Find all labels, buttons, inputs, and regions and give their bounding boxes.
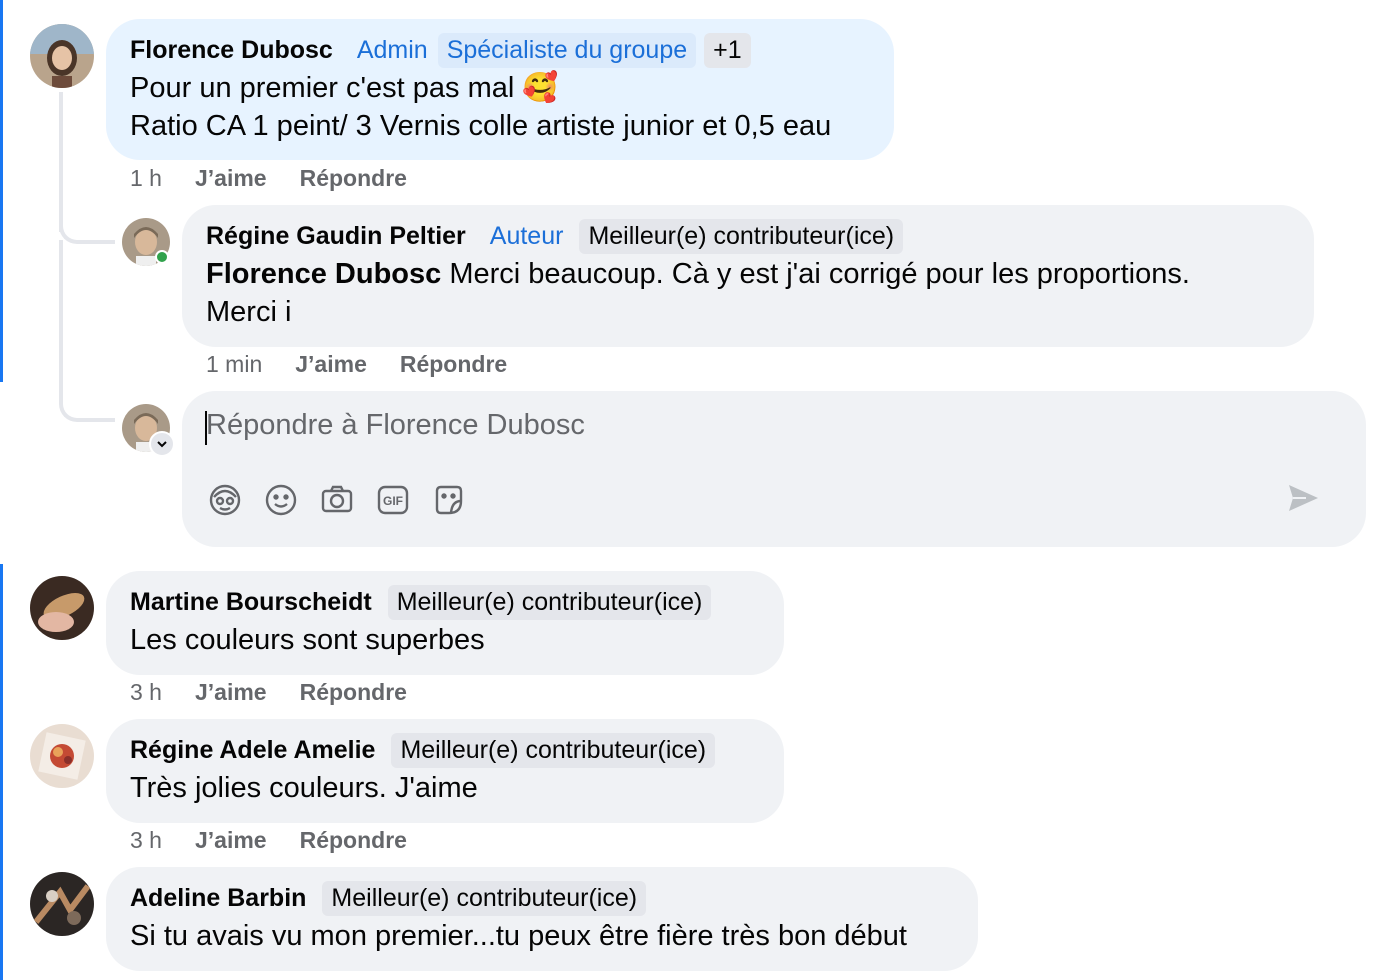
comment-text: Les couleurs sont superbes xyxy=(130,624,485,656)
badge-top-contributor[interactable]: Meilleur(e) contributeur(ice) xyxy=(322,880,647,916)
send-icon[interactable] xyxy=(1286,481,1320,515)
thread-connector xyxy=(59,200,115,244)
sticker-icon[interactable] xyxy=(432,483,466,517)
comment-bubble: Régine Adele Amelie Meilleur(e) contribu… xyxy=(106,719,784,823)
like-button[interactable]: J’aime xyxy=(195,165,267,192)
comment-text-line: Pour un premier c'est pas mal 🥰 xyxy=(130,72,559,104)
mention-link[interactable]: Florence Dubosc xyxy=(206,258,441,290)
chevron-down-icon[interactable] xyxy=(149,431,175,457)
camera-icon[interactable] xyxy=(320,483,354,517)
comment-bubble: Martine Bourscheidt Meilleur(e) contribu… xyxy=(106,571,784,675)
avatar-sticker-icon[interactable] xyxy=(208,483,242,517)
badge-top-contributor[interactable]: Meilleur(e) contributeur(ice) xyxy=(579,218,904,254)
comment-time[interactable]: 3 h xyxy=(130,827,162,854)
badge-top-contributor[interactable]: Meilleur(e) contributeur(ice) xyxy=(387,584,712,620)
reply-button[interactable]: Répondre xyxy=(300,165,407,192)
comment-bubble: Adeline Barbin Meilleur(e) contributeur(… xyxy=(106,867,978,971)
comment-actions: 1 h J’aime Répondre xyxy=(130,165,440,192)
reply-composer[interactable]: Répondre à Florence Dubosc GIF xyxy=(182,391,1366,547)
comment-author[interactable]: Florence Dubosc xyxy=(130,36,333,65)
badge-group-expert[interactable]: Spécialiste du groupe xyxy=(437,32,697,68)
reply-button[interactable]: Répondre xyxy=(300,679,407,706)
comment-author[interactable]: Régine Adele Amelie xyxy=(130,736,375,765)
reply-input[interactable]: Répondre à Florence Dubosc xyxy=(206,409,585,442)
avatar[interactable] xyxy=(30,24,94,88)
comment-bubble: Régine Gaudin Peltier Auteur Meilleur(e)… xyxy=(182,205,1314,347)
badge-author[interactable]: Auteur xyxy=(490,222,564,251)
thread-line xyxy=(59,240,63,380)
avatar[interactable] xyxy=(30,724,94,788)
comment-text: Si tu avais vu mon premier...tu peux êtr… xyxy=(130,920,907,952)
comment-text: Merci beaucoup. Cà y est j'ai corrigé po… xyxy=(441,258,1190,290)
thread-connector xyxy=(59,380,115,422)
comment-text: Très jolies couleurs. J'aime xyxy=(130,772,478,804)
avatar[interactable] xyxy=(30,872,94,936)
comment-author[interactable]: Régine Gaudin Peltier xyxy=(206,222,466,251)
thread-accent-bar xyxy=(0,564,3,980)
comment-author[interactable]: Martine Bourscheidt xyxy=(130,588,372,617)
comment-bubble: Florence Dubosc Admin Spécialiste du gro… xyxy=(106,19,894,160)
comment-actions: 3 h J’aime Répondre xyxy=(130,679,440,706)
comment-actions: 1 min J’aime Répondre xyxy=(206,351,540,378)
avatar[interactable] xyxy=(30,576,94,640)
comment-time[interactable]: 1 min xyxy=(206,351,262,378)
emoji-icon[interactable] xyxy=(264,483,298,517)
like-button[interactable]: J’aime xyxy=(195,679,267,706)
comment-author[interactable]: Adeline Barbin xyxy=(130,884,306,913)
comment-actions: 3 h J’aime Répondre xyxy=(130,827,440,854)
reply-button[interactable]: Répondre xyxy=(300,827,407,854)
badge-more[interactable]: +1 xyxy=(704,32,751,68)
comment-time[interactable]: 1 h xyxy=(130,165,162,192)
comment-time[interactable]: 3 h xyxy=(130,679,162,706)
svg-text:GIF: GIF xyxy=(383,494,403,508)
reply-button[interactable]: Répondre xyxy=(400,351,507,378)
gif-icon[interactable]: GIF xyxy=(376,483,410,517)
badge-top-contributor[interactable]: Meilleur(e) contributeur(ice) xyxy=(391,732,716,768)
thread-accent-bar xyxy=(0,0,3,382)
comment-text-line: Ratio CA 1 peint/ 3 Vernis colle artiste… xyxy=(130,110,832,142)
badge-admin[interactable]: Admin xyxy=(357,36,428,65)
like-button[interactable]: J’aime xyxy=(195,827,267,854)
like-button[interactable]: J’aime xyxy=(295,351,367,378)
comment-text-line: Merci i xyxy=(206,296,292,328)
online-status-indicator xyxy=(155,250,169,264)
